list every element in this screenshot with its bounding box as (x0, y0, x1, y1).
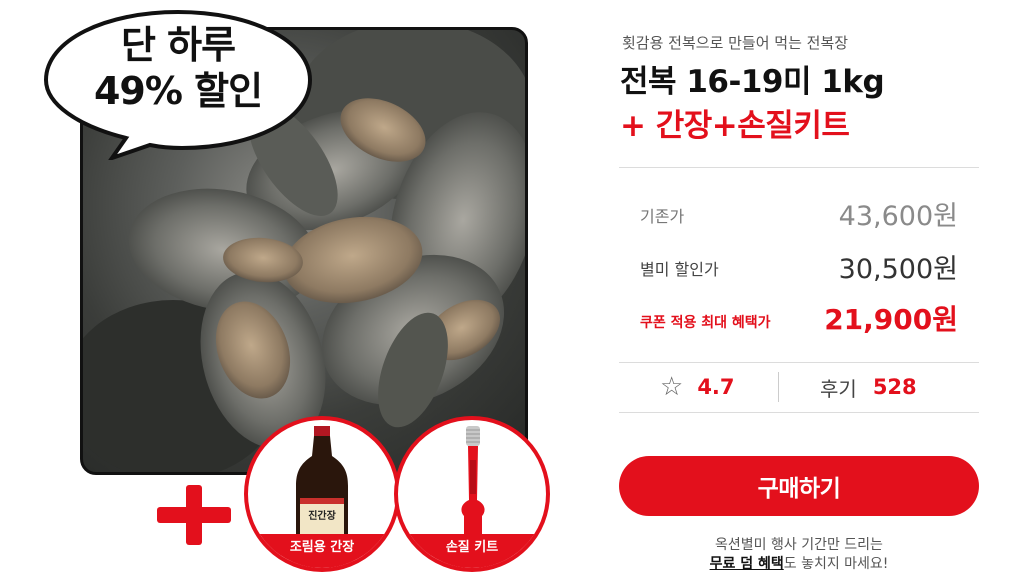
reviews-count: 528 (872, 375, 917, 399)
divider (619, 412, 979, 413)
member-price-value: 30,500원 (838, 254, 958, 285)
soy-sauce-bottle-label: 진간장 (308, 511, 336, 522)
coupon-price-label: 쿠폰 적용 최대 혜택가 (640, 315, 771, 331)
reviews-label: 후기 (820, 376, 857, 401)
price-row-original: 기존가 43,600원 (640, 193, 958, 233)
original-price-label: 기존가 (640, 207, 685, 226)
free-gift-highlight: 무료 덤 혜택 (709, 556, 784, 572)
discount-badge: 단 하루 49% 할인 (42, 22, 314, 114)
promo-notice-line2: 무료 덤 혜택도 놓치지 마세요! (619, 553, 979, 573)
rating-value: 4.7 (697, 375, 735, 399)
divider (619, 167, 979, 168)
star-outline-icon: ☆ (660, 372, 684, 402)
price-row-member: 별미 할인가 30,500원 (640, 246, 958, 286)
badge-line2: 49% 할인 (93, 69, 263, 113)
product-title-addons: + 간장+손질키트 (620, 108, 850, 144)
coupon-price-value: 21,900원 (824, 303, 958, 336)
product-title: 전복 16-19미 1kg (620, 64, 885, 100)
reviews-link[interactable]: 후기 528 (820, 370, 917, 404)
addon-cleaning-kit: 손질 키트 (394, 416, 550, 572)
promo-notice-rest: 도 놓치지 마세요! (783, 556, 889, 572)
addon-soy-sauce-label: 조림용 간장 (248, 534, 396, 568)
original-price-value: 43,600원 (838, 201, 958, 232)
badge-line1: 단 하루 (120, 23, 236, 67)
addon-soy-sauce: 진간장 조림용 간장 (244, 416, 400, 572)
vertical-divider (778, 372, 779, 402)
addon-cleaning-kit-label: 손질 키트 (398, 534, 546, 568)
member-price-label: 별미 할인가 (640, 260, 719, 279)
promo-notice-line1: 옥션별미 행사 기간만 드리는 (715, 537, 883, 553)
plus-icon (157, 485, 231, 545)
price-row-coupon: 쿠폰 적용 최대 혜택가 21,900원 (640, 298, 958, 338)
divider (619, 362, 979, 363)
buy-button[interactable]: 구매하기 (619, 456, 979, 516)
product-subtitle: 횟감용 전복으로 만들어 먹는 전복장 (622, 34, 849, 52)
rating[interactable]: ☆ 4.7 (660, 370, 735, 404)
